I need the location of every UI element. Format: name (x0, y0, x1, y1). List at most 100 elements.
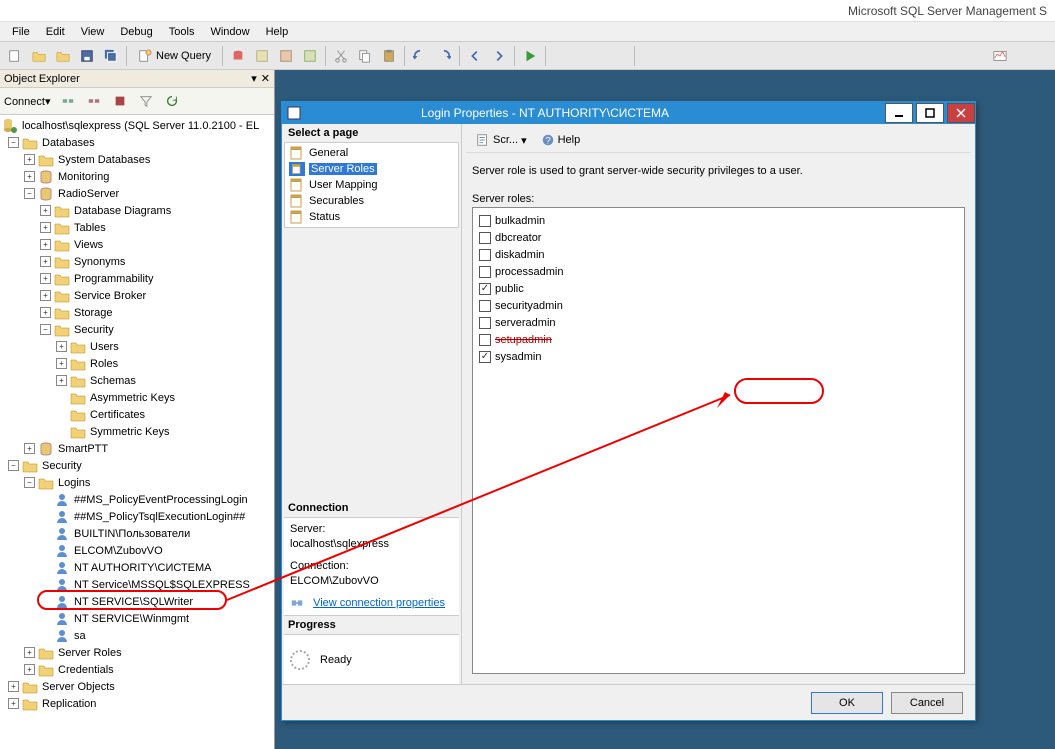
dropdown-icon[interactable]: ▾ (251, 72, 257, 85)
checkbox[interactable] (479, 249, 491, 261)
tree-replication[interactable]: +Replication (0, 695, 274, 712)
activity-monitor-icon[interactable] (989, 45, 1011, 67)
tree-programmability[interactable]: +Programmability (0, 270, 274, 287)
menu-file[interactable]: File (4, 24, 38, 40)
tree-db-security[interactable]: −Security (0, 321, 274, 338)
script-button[interactable]: Scr... ▾ (472, 132, 531, 148)
copy-icon[interactable] (354, 45, 376, 67)
tree-synonyms[interactable]: +Synonyms (0, 253, 274, 270)
close-button[interactable] (947, 103, 975, 123)
disconnect-icon[interactable] (83, 90, 105, 112)
role-sysadmin[interactable]: sysadmin (477, 348, 960, 365)
cut-icon[interactable] (330, 45, 352, 67)
connect-dropdown[interactable]: Connect▾ (4, 95, 51, 108)
connect-icon[interactable] (57, 90, 79, 112)
checkbox[interactable] (479, 266, 491, 278)
role-diskadmin[interactable]: diskadmin (477, 246, 960, 263)
xmla-query-icon[interactable] (299, 45, 321, 67)
checkbox[interactable] (479, 232, 491, 244)
tree-server-roles[interactable]: +Server Roles (0, 644, 274, 661)
execute-icon[interactable] (519, 45, 541, 67)
tree-login-item[interactable]: ##MS_PolicyEventProcessingLogin (0, 491, 274, 508)
tree-login-item[interactable]: NT SERVICE\SQLWriter (0, 593, 274, 610)
role-public[interactable]: public (477, 280, 960, 297)
stop-icon[interactable] (109, 90, 131, 112)
menu-edit[interactable]: Edit (38, 24, 73, 40)
tree-tables[interactable]: +Tables (0, 219, 274, 236)
tree-login-item[interactable]: BUILTIN\Пользователи (0, 525, 274, 542)
tree-storage[interactable]: +Storage (0, 304, 274, 321)
tree-credentials[interactable]: +Credentials (0, 661, 274, 678)
help-button[interactable]: ?Help (537, 132, 585, 148)
checkbox[interactable] (479, 215, 491, 227)
tree-users[interactable]: +Users (0, 338, 274, 355)
minimize-button[interactable] (885, 103, 913, 123)
role-processadmin[interactable]: processadmin (477, 263, 960, 280)
nav-back-icon[interactable] (464, 45, 486, 67)
page-general[interactable]: General (285, 145, 458, 161)
new-query-button[interactable]: New Query (131, 45, 218, 67)
tree-login-item[interactable]: ##MS_PolicyTsqlExecutionLogin## (0, 508, 274, 525)
filter-icon[interactable] (135, 90, 157, 112)
tree-sym-keys[interactable]: Symmetric Keys (0, 423, 274, 440)
menu-view[interactable]: View (73, 24, 113, 40)
tree-login-item[interactable]: sa (0, 627, 274, 644)
tree-diagrams[interactable]: +Database Diagrams (0, 202, 274, 219)
mdx-query-icon[interactable] (251, 45, 273, 67)
role-setupadmin[interactable]: setupadmin (477, 331, 960, 348)
page-user-mapping[interactable]: User Mapping (285, 177, 458, 193)
tree-login-item[interactable]: NT SERVICE\Winmgmt (0, 610, 274, 627)
save-icon[interactable] (76, 45, 98, 67)
tree-schemas[interactable]: +Schemas (0, 372, 274, 389)
role-bulkadmin[interactable]: bulkadmin (477, 212, 960, 229)
tree-server-node[interactable]: localhost\sqlexpress (SQL Server 11.0.21… (0, 117, 274, 134)
checkbox[interactable] (479, 317, 491, 329)
checkbox[interactable] (479, 283, 491, 295)
page-securables[interactable]: Securables (285, 193, 458, 209)
tree-views[interactable]: +Views (0, 236, 274, 253)
open-icon[interactable] (28, 45, 50, 67)
tree-databases[interactable]: −Databases (0, 134, 274, 151)
menu-help[interactable]: Help (258, 24, 297, 40)
checkbox[interactable] (479, 300, 491, 312)
checkbox[interactable] (479, 334, 491, 346)
refresh-icon[interactable] (161, 90, 183, 112)
paste-icon[interactable] (378, 45, 400, 67)
tree-logins[interactable]: −Logins (0, 474, 274, 491)
nav-fwd-icon[interactable] (488, 45, 510, 67)
maximize-button[interactable] (916, 103, 944, 123)
tree-service-broker[interactable]: +Service Broker (0, 287, 274, 304)
object-explorer-tree[interactable]: localhost\sqlexpress (SQL Server 11.0.21… (0, 115, 274, 749)
db-engine-query-icon[interactable] (227, 45, 249, 67)
ok-button[interactable]: OK (811, 692, 883, 714)
cancel-button[interactable]: Cancel (891, 692, 963, 714)
role-dbcreator[interactable]: dbcreator (477, 229, 960, 246)
redo-icon[interactable] (433, 45, 455, 67)
tree-server-objects[interactable]: +Server Objects (0, 678, 274, 695)
open-file-icon[interactable] (52, 45, 74, 67)
view-connection-properties-link[interactable]: View connection properties (290, 596, 453, 611)
save-all-icon[interactable] (100, 45, 122, 67)
tree-roles[interactable]: +Roles (0, 355, 274, 372)
dmx-query-icon[interactable] (275, 45, 297, 67)
checkbox[interactable] (479, 351, 491, 363)
menu-window[interactable]: Window (202, 24, 257, 40)
tree-security[interactable]: −Security (0, 457, 274, 474)
menu-debug[interactable]: Debug (112, 24, 160, 40)
menu-tools[interactable]: Tools (161, 24, 203, 40)
role-serveradmin[interactable]: serveradmin (477, 314, 960, 331)
page-server-roles[interactable]: Server Roles (285, 161, 458, 177)
tree-asym-keys[interactable]: Asymmetric Keys (0, 389, 274, 406)
undo-icon[interactable] (409, 45, 431, 67)
page-status[interactable]: Status (285, 209, 458, 225)
tree-login-nt-authority[interactable]: NT AUTHORITY\СИСТЕМА (0, 559, 274, 576)
tree-radioserver-db[interactable]: −RadioServer (0, 185, 274, 202)
dialog-titlebar[interactable]: Login Properties - NT AUTHORITY\СИСТЕМА (282, 102, 975, 124)
tree-monitoring-db[interactable]: +Monitoring (0, 168, 274, 185)
tree-system-databases[interactable]: +System Databases (0, 151, 274, 168)
tree-login-item[interactable]: ELCOM\ZubovVO (0, 542, 274, 559)
role-securityadmin[interactable]: securityadmin (477, 297, 960, 314)
tree-smartptt-db[interactable]: +SmartPTT (0, 440, 274, 457)
tree-certs[interactable]: Certificates (0, 406, 274, 423)
close-panel-icon[interactable]: ✕ (261, 72, 270, 85)
